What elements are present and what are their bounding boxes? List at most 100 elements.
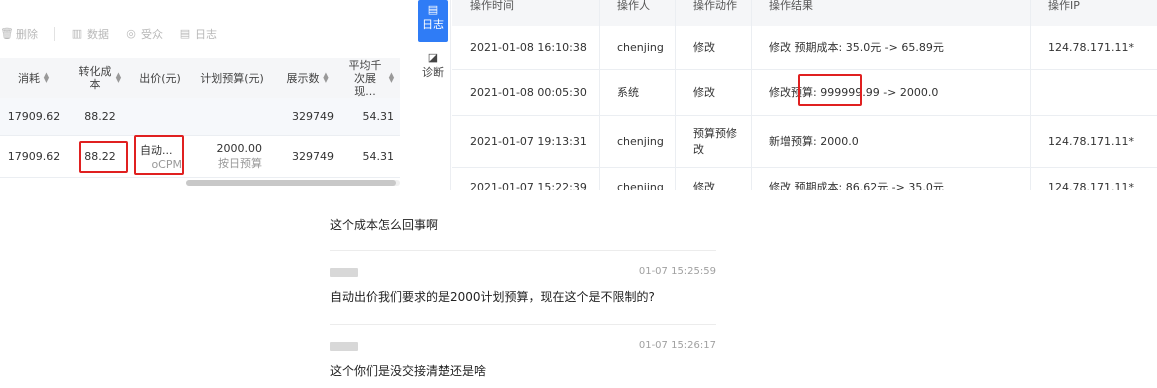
cost-cell: 17909.62: [7, 110, 61, 123]
conv-cost-cell: 88.22: [84, 150, 116, 163]
header-label: 展示数: [286, 71, 320, 85]
operator-cell: chenjing: [617, 40, 664, 54]
trash-icon: 🗑: [0, 27, 14, 40]
sort-icon: ▲ ▼: [323, 71, 329, 84]
tab-log[interactable]: ▤ 日志: [418, 0, 448, 42]
result-cell: 修改 预期成本: 35.0元 -> 65.89元: [769, 40, 944, 54]
sender-name-redacted: [330, 342, 358, 351]
table-row[interactable]: 2021-01-07 15:22:39 chenjing 修改 修改 预期成本:…: [452, 168, 1157, 190]
data-button[interactable]: ▥ 数据: [71, 26, 109, 42]
header-result: 操作结果: [769, 0, 813, 12]
message-time: 01-07 15:25:59: [638, 266, 716, 277]
header-label: 出价(元): [139, 71, 181, 85]
avg-cpm-cell: 54.31: [362, 150, 395, 163]
delete-button[interactable]: 🗑 删除: [0, 26, 38, 42]
tab-diagnose[interactable]: ◪ 诊断: [418, 52, 448, 86]
header-label: 平均千次展现...: [348, 58, 382, 98]
table-header: 消耗 ▲ ▼ 转化成本 ▲ ▼ 出价(元) 计划预算(元) 展示数 ▲ ▼ 平均千次展…: [0, 58, 400, 98]
header-time: 操作时间: [470, 0, 514, 12]
budget-type: 按日预算: [218, 157, 262, 170]
table-row[interactable]: 2021-01-08 00:05:30 系统 修改 修改预算: 999999.9…: [452, 70, 1157, 116]
audience-label: 受众: [141, 28, 163, 41]
toolbar-divider: [54, 27, 55, 41]
time-cell: 2021-01-08 16:10:38: [470, 40, 587, 54]
document-icon: ▤: [427, 3, 439, 16]
action-cell: 修改: [693, 40, 715, 54]
cost-cell: 17909.62: [7, 150, 61, 163]
header-label: 计划预算(元): [200, 71, 264, 85]
chat-message: 自动出价我们要求的是2000计划预算，现在这个是不限制的?: [330, 290, 655, 304]
budget-cell: 2000.00 按日预算: [188, 136, 276, 177]
table-row[interactable]: 17909.62 88.22 自动... oCPM 2000.00 按日预算 3…: [0, 136, 400, 178]
table-row[interactable]: 17909.62 88.22 329749 54.31: [0, 98, 400, 136]
header-avg-cpm[interactable]: 平均千次展现... ▲ ▼: [340, 58, 400, 98]
result-cell: 修改 预期成本: 86.62元 -> 35.0元: [769, 181, 944, 190]
column-divider: [751, 0, 752, 190]
data-label: 数据: [87, 28, 109, 41]
scrollbar-thumb[interactable]: [186, 180, 396, 186]
result-cell: 新增预算: 2000.0: [769, 134, 859, 148]
result-cell: 修改预算: 999999.99 -> 2000.0: [751, 70, 1030, 115]
time-cell: 2021-01-08 00:05:30: [470, 85, 587, 99]
chat-thread: 这个成本怎么回事啊 01-07 15:25:59 自动出价我们要求的是2000计…: [330, 190, 716, 388]
time-cell: 2021-01-07 15:22:39: [470, 181, 587, 190]
message-divider: [330, 324, 716, 325]
action-cell: 修改: [693, 85, 715, 99]
sender-name-redacted: [330, 268, 358, 277]
audience-icon: ◎: [126, 27, 136, 40]
log-table: 操作时间 操作人 操作动作 操作结果 操作IP 2021-01-08 16:10…: [452, 0, 1157, 190]
header-cost[interactable]: 消耗 ▲ ▼: [0, 58, 68, 98]
budget-value: 2000.00: [216, 142, 263, 155]
tab-diagnose-label: 诊断: [422, 66, 444, 79]
audience-button[interactable]: ◎ 受众: [125, 26, 163, 42]
operator-cell: chenjing: [617, 181, 664, 190]
action-cell: 预算预修改: [693, 126, 737, 156]
tab-log-label: 日志: [422, 18, 444, 31]
sort-icon: ▲ ▼: [388, 71, 395, 84]
column-divider: [1030, 0, 1031, 190]
sort-icon: ▲ ▼: [43, 71, 50, 84]
action-cell: 修改: [693, 181, 715, 190]
header-ip: 操作IP: [1048, 0, 1080, 12]
result-old-budget: 999999.99: [820, 85, 880, 99]
header-action: 操作动作: [693, 0, 737, 12]
avg-cpm-cell: 54.31: [362, 110, 395, 123]
budget-cell: [188, 98, 276, 135]
ip-cell: [1030, 70, 1157, 115]
chat-message: 这个成本怎么回事啊: [330, 218, 439, 232]
log-label: 日志: [195, 28, 217, 41]
bid-mode: oCPM: [151, 158, 182, 171]
header-operator: 操作人: [617, 0, 650, 12]
header-budget: 计划预算(元): [188, 58, 276, 98]
message-divider: [330, 250, 716, 251]
header-label: 消耗: [18, 71, 40, 85]
result-prefix: 修改预算:: [769, 85, 821, 99]
bar-chart-icon: ▥: [71, 27, 83, 40]
horizontal-scrollbar[interactable]: [186, 180, 400, 186]
log-button[interactable]: ▤ 日志: [179, 26, 217, 42]
operator-cell: chenjing: [617, 134, 664, 148]
ip-cell: 124.78.171.11*: [1048, 134, 1134, 148]
campaign-panel: 🗑 删除 ▥ 数据 ◎ 受众 ▤ 日志 消耗 ▲ ▼ 转化成本 ▲ ▼ 出价(元…: [0, 0, 415, 190]
table-row[interactable]: 2021-01-07 19:13:31 chenjing 预算预修改 新增预算:…: [452, 116, 1157, 168]
header-label: 转化成本: [78, 65, 112, 91]
header-conv-cost[interactable]: 转化成本 ▲ ▼: [68, 58, 132, 98]
table-header: 操作时间 操作人 操作动作 操作结果 操作IP: [452, 0, 1157, 26]
trend-icon: ◪: [427, 51, 439, 64]
operator-cell: 系统: [617, 85, 639, 99]
document-icon: ▤: [179, 27, 191, 40]
sort-icon: ▲ ▼: [115, 71, 122, 84]
impressions-cell: 329749: [292, 110, 334, 123]
column-divider: [675, 0, 676, 190]
ip-cell: 124.78.171.11*: [1048, 40, 1134, 54]
side-tab-bar: ▤ 日志 ◪ 诊断: [415, 0, 451, 190]
conv-cost-cell: 88.22: [84, 110, 116, 123]
header-impressions[interactable]: 展示数 ▲ ▼: [276, 58, 340, 98]
ip-cell: 124.78.171.11*: [1048, 181, 1134, 190]
table-row[interactable]: 2021-01-08 16:10:38 chenjing 修改 修改 预期成本:…: [452, 26, 1157, 70]
header-bid: 出价(元): [132, 58, 188, 98]
bid-type: 自动...: [140, 144, 173, 157]
bid-cell: 自动... oCPM: [132, 136, 188, 177]
message-time: 01-07 15:26:17: [638, 340, 716, 351]
column-divider: [599, 0, 600, 190]
